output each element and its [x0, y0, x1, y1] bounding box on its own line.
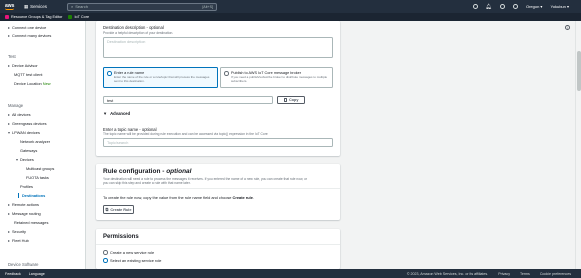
caret-down-icon: ▼	[103, 111, 108, 116]
description-label: Destination description - optional	[103, 25, 164, 30]
sidebar-item-gateways[interactable]: Gateways	[20, 148, 37, 153]
footer: Feedback Language © 2023, Amazon Web Ser…	[0, 269, 581, 278]
sidebar-item-security[interactable]: ▸ Security	[8, 229, 26, 234]
permissions-title: Permissions	[103, 234, 139, 240]
sidebar-item-fleet-hub[interactable]: ▸ Fleet Hub	[8, 238, 29, 243]
option-publish-broker[interactable]: Publish to AWS IoT Core message broker I…	[220, 67, 333, 88]
sidebar-item-network-analyzer[interactable]: Network analyzer	[20, 139, 50, 144]
bell-icon[interactable]: 🔔︎	[486, 4, 492, 10]
resource-groups-icon	[5, 15, 9, 19]
sidebar-item-mqtt-test-client[interactable]: MQTT test client	[14, 72, 42, 77]
sidebar-item-remote-actions[interactable]: ▸ Remote actions	[8, 202, 39, 207]
sidebar-item-lpwan[interactable]: ▾ LPWAN devices	[8, 130, 40, 135]
language-link[interactable]: Language	[29, 272, 45, 276]
description-placeholder: Destination description	[107, 40, 146, 44]
sidebar-item-message-routing[interactable]: ▸ Message routing	[8, 211, 41, 216]
sidebar-item-profiles[interactable]: Profiles	[20, 184, 33, 189]
publish-broker-option-desc: If you need a publish/subscribe broker t…	[231, 75, 328, 83]
topic-placeholder: Topic/search	[107, 141, 129, 145]
grid-icon: ▦	[24, 3, 29, 9]
sidebar-item-connect-one[interactable]: ▸ Connect one device	[8, 25, 46, 30]
rule-name-radio[interactable]	[107, 71, 112, 76]
rule-configuration-panel: Rule configuration - optional Your desti…	[96, 164, 340, 220]
permissions-panel: Permissions Create a new service role Se…	[96, 229, 340, 269]
description-hint: Provide a helpful description of your de…	[103, 31, 174, 35]
terms-link[interactable]: Terms	[520, 272, 530, 276]
account-menu[interactable]: Yokubun ▾	[550, 4, 569, 9]
sidebar-item-destinations[interactable]: Destinations	[18, 193, 45, 198]
sidebar-section-device-software: Device Software	[8, 262, 39, 267]
sidebar-item-all-devices[interactable]: ▸ All devices	[8, 112, 31, 117]
services-label: Services	[30, 4, 47, 9]
info-panel-icon[interactable]: i	[565, 25, 570, 30]
search-input[interactable]: ⌕ Search [Alt+S]	[67, 2, 217, 11]
rule-name-option-desc: Enter the name of the rule or a rule/top…	[114, 75, 210, 83]
search-icon: ⌕	[71, 4, 74, 9]
search-shortcut: [Alt+S]	[202, 4, 213, 9]
new-badge: New	[42, 81, 51, 86]
rule-name-value: test	[107, 98, 114, 103]
copy-button[interactable]: Copy	[277, 96, 305, 104]
publish-broker-radio[interactable]	[224, 71, 229, 76]
sidebar: ▸ Connect one device ▸ Connect many device…	[0, 21, 86, 269]
sidebar-section-test: Test	[8, 54, 16, 59]
topic-input[interactable]: Topic/search	[103, 138, 333, 147]
region-selector[interactable]: Oregon ▾	[526, 4, 542, 9]
existing-role-label: Select an existing service role	[110, 258, 162, 263]
favorite-iot-core[interactable]: IoT Core	[68, 15, 89, 19]
copyright: © 2023, Amazon Web Services, Inc. or its…	[406, 271, 489, 276]
sidebar-item-retained-messages[interactable]: Retained messages	[14, 220, 48, 225]
sidebar-item-device-advisor[interactable]: ▸ Device Advisor	[8, 63, 38, 68]
destination-panel: Destination description - optional Provi…	[96, 21, 340, 156]
divider	[96, 188, 340, 189]
search-placeholder: Search	[75, 4, 88, 9]
description-textarea[interactable]: Destination description	[103, 37, 333, 58]
sidebar-item-multicast-groups[interactable]: Multicast groups	[26, 166, 54, 171]
topic-hint: The topic name will be provided during r…	[103, 132, 268, 136]
copy-label: Copy	[289, 98, 299, 102]
help-icon[interactable]	[499, 4, 505, 9]
existing-role-radio[interactable]	[103, 258, 108, 263]
services-menu[interactable]: ▦ Services	[24, 4, 47, 10]
cookie-preferences-link[interactable]: Cookie preferences	[540, 272, 571, 276]
option-enter-rule-name[interactable]: Enter a rule name Enter the name of the …	[103, 67, 218, 88]
sidebar-section-manage: Manage	[8, 103, 24, 108]
settings-icon[interactable]	[512, 4, 518, 9]
cloudshell-icon[interactable]	[472, 4, 478, 9]
sidebar-item-fuota-tasks[interactable]: FUOTA tasks	[26, 175, 49, 180]
create-role-label: Create a new service role	[110, 250, 155, 255]
aws-logo[interactable]: aws	[5, 3, 17, 10]
iot-core-icon	[68, 15, 73, 19]
scrollbar-thumb[interactable]	[577, 51, 581, 91]
divider	[96, 244, 340, 245]
favorites-bar: Resource Groups & Tag Editor IoT Core	[0, 13, 581, 21]
sidebar-item-greengrass[interactable]: ▸ Greengrass devices	[8, 121, 47, 126]
create-rule-button[interactable]: ⧉ Create Rule	[103, 205, 134, 214]
privacy-link[interactable]: Privacy	[498, 272, 510, 276]
page-scrollbar[interactable]	[575, 21, 581, 269]
create-rule-label: Create Rule	[110, 207, 132, 212]
create-role-radio[interactable]	[103, 250, 108, 255]
advanced-toggle[interactable]: ▼ Advanced	[103, 111, 130, 116]
create-rule-instruction: To create the rule now, copy the value f…	[103, 195, 254, 200]
sidebar-item-devices[interactable]: ▾ Devices	[16, 157, 34, 162]
sidebar-item-connect-many[interactable]: ▸ Connect many devices	[8, 33, 51, 38]
copy-icon	[283, 98, 287, 102]
favorite-resource-groups[interactable]: Resource Groups & Tag Editor	[5, 15, 62, 19]
top-navigation: aws ▦ Services ⌕ Search [Alt+S] 🔔︎ Orego…	[0, 0, 581, 13]
rule-name-input[interactable]: test	[103, 96, 273, 104]
feedback-link[interactable]: Feedback	[5, 272, 21, 276]
rule-configuration-hint-2: you can skip this step and create a rule…	[103, 181, 191, 185]
sidebar-item-device-location[interactable]: Device Location New	[14, 81, 51, 86]
rule-configuration-title: Rule configuration - optional	[103, 168, 192, 175]
external-link-icon: ⧉	[105, 207, 109, 212]
